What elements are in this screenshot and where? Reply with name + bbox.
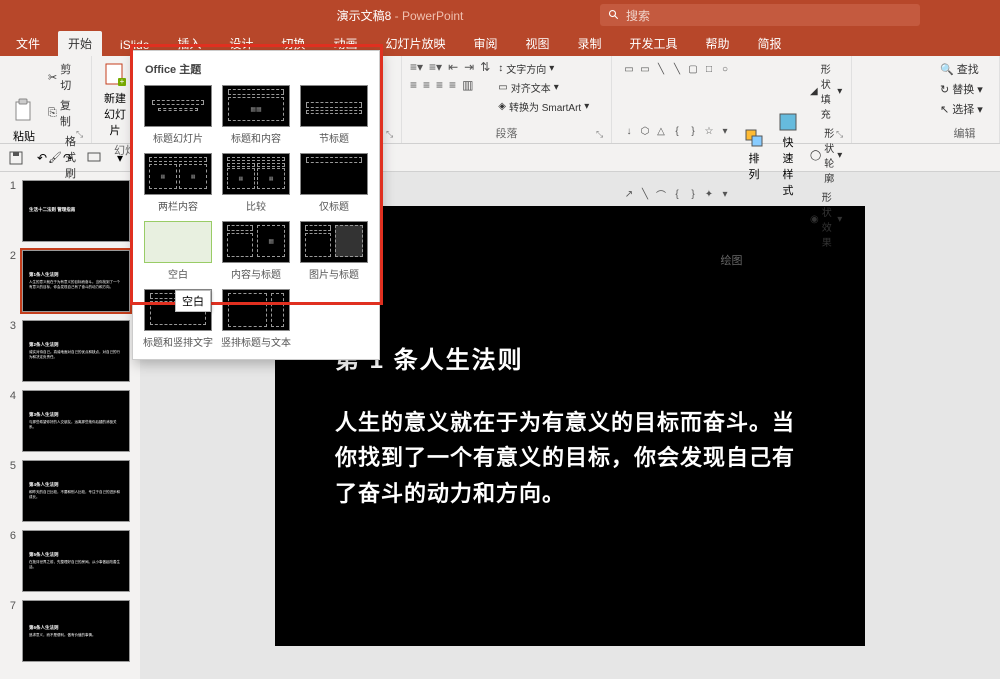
group-editing: 🔍查找 ↻替换▾ ↖选择▾ 编辑 <box>930 56 1000 143</box>
cut-button[interactable]: ✂剪切 <box>46 60 83 94</box>
group-drawing: ▭▭╲╲▢□○ ↓⬡△{}☆▾ ↗╲⌒{}✦▾ 排列 快速样式 ◢形状填充▾ ◯… <box>612 56 852 143</box>
layout-option-4[interactable]: ▦▦比较 <box>219 151 293 215</box>
tab-slideshow[interactable]: 幻灯片放映 <box>375 31 455 56</box>
smartart-button[interactable]: ◈转换为 SmartArt▾ <box>496 98 591 115</box>
layout-option-2[interactable]: 节标题 <box>297 83 371 147</box>
slide-body: 人生的意义就在于为有意义的目标而奋斗。当你找到了一个有意义的目标，你会发现自己有… <box>335 405 805 511</box>
select-icon: ↖ <box>940 103 949 116</box>
layout-option-0[interactable]: 标题幻灯片 <box>141 83 215 147</box>
clipboard-launcher[interactable]: ⤡ <box>76 129 88 141</box>
layout-option-8[interactable]: 图片与标题 <box>297 219 371 283</box>
popup-title: Office 主题 <box>141 59 371 83</box>
shape-effects-button[interactable]: ◉形状效果▾ <box>808 188 844 250</box>
align-right-button[interactable]: ≡ <box>436 78 443 92</box>
line-spacing-button[interactable]: ⇅ <box>480 60 490 74</box>
align-text-button[interactable]: ▭对齐文本▾ <box>496 79 591 96</box>
text-direction-icon: ↕ <box>498 63 503 74</box>
thumbnail-3[interactable]: 3第2条人生法则诚实对待自己。真诚地面对自己的优点和缺点，对自己的行为和决定负责… <box>0 316 140 386</box>
thumbnail-4[interactable]: 4第3条人生法则与那些希望你好的人交朋友。远离那些拖你后腿的消极关系。 <box>0 386 140 456</box>
text-direction-button[interactable]: ↕文字方向▾ <box>496 60 591 77</box>
shapes-gallery[interactable]: ▭▭╲╲▢□○ ↓⬡△{}☆▾ ↗╲⌒{}✦▾ <box>620 60 734 250</box>
title-bar: 演示文稿8 - PowerPoint 搜索 <box>0 0 1000 30</box>
font-launcher[interactable]: ⤡ <box>386 129 398 141</box>
align-text-icon: ▭ <box>498 82 507 93</box>
scissors-icon: ✂ <box>48 71 57 84</box>
numbering-button[interactable]: ≡▾ <box>429 60 442 74</box>
thumbnail-2[interactable]: 2第1条人生法则人生的意义就在于为有意义的目标而奋斗。当你找到了一个有意义的目标… <box>0 246 140 316</box>
replace-button[interactable]: ↻替换▾ <box>938 80 991 98</box>
quick-styles-button[interactable]: 快速样式 <box>774 60 802 250</box>
search-icon <box>608 9 620 21</box>
svg-text:+: + <box>120 77 125 86</box>
bullets-button[interactable]: ≡▾ <box>410 60 423 74</box>
tab-view[interactable]: 视图 <box>515 31 559 56</box>
shape-fill-button[interactable]: ◢形状填充▾ <box>808 60 844 122</box>
layout-option-7[interactable]: ▦内容与标题 <box>219 219 293 283</box>
thumbnail-7[interactable]: 7第6条人生法则追求意义，而不是便利。做有价值的事情。 <box>0 596 140 666</box>
layout-gallery-popup: Office 主题 标题幻灯片▦▦标题和内容节标题 ▦▦两栏内容▦▦比较仅标题空白… <box>132 50 380 360</box>
layout-option-3[interactable]: ▦▦两栏内容 <box>141 151 215 215</box>
arrange-button[interactable]: 排列 <box>740 60 768 250</box>
tab-brief[interactable]: 简报 <box>748 31 792 56</box>
search-box[interactable]: 搜索 <box>600 4 920 26</box>
justify-button[interactable]: ≡ <box>449 78 456 92</box>
group-paragraph: ≡▾ ≡▾ ⇤ ⇥ ⇅ ≡ ≡ ≡ ≡ ▥ ↕文字方向▾ ▭对齐文本▾ ◈转换为… <box>402 56 612 143</box>
indent-inc-button[interactable]: ⇥ <box>464 60 474 74</box>
layout-tooltip: 空白 <box>175 290 211 312</box>
align-center-button[interactable]: ≡ <box>423 78 430 92</box>
columns-button[interactable]: ▥ <box>462 78 473 92</box>
fill-icon: ◢ <box>810 86 818 97</box>
slide-thumbnails: 1生活十二法则 管理指南2第1条人生法则人生的意义就在于为有意义的目标而奋斗。当… <box>0 172 140 679</box>
select-button[interactable]: ↖选择▾ <box>938 100 991 118</box>
new-slide-button[interactable]: + 新建 幻灯片 <box>100 60 130 140</box>
document-name: 演示文稿8 <box>337 9 392 23</box>
layout-option-5[interactable]: 仅标题 <box>297 151 371 215</box>
tab-review[interactable]: 审阅 <box>463 31 507 56</box>
tab-help[interactable]: 帮助 <box>696 31 740 56</box>
thumbnail-6[interactable]: 6第5条人生法则在批评世界之前，先整理好自己的房间。从小事做起改善生活。 <box>0 526 140 596</box>
thumbnail-5[interactable]: 5第4条人生法则和昨天的自己比较，不要和别人比较，专注于自己的进步和成长。 <box>0 456 140 526</box>
copy-icon: ⎘ <box>48 107 57 120</box>
find-button[interactable]: 🔍查找 <box>938 60 991 78</box>
copy-button[interactable]: ⎘复制 <box>46 96 83 130</box>
smartart-icon: ◈ <box>498 101 506 112</box>
tab-home[interactable]: 开始 <box>58 31 102 56</box>
effects-icon: ◉ <box>810 214 819 225</box>
group-clipboard: 粘贴 ✂剪切 ⎘复制 🖌格式刷 剪贴板 ⤡ <box>0 56 92 143</box>
layout-option-1[interactable]: ▦▦标题和内容 <box>219 83 293 147</box>
brush-icon: 🖌 <box>48 151 62 164</box>
indent-dec-button[interactable]: ⇤ <box>448 60 458 74</box>
search-placeholder: 搜索 <box>626 7 650 24</box>
tab-record[interactable]: 录制 <box>568 31 612 56</box>
slide-heading: 第 1 条人生法则 <box>335 340 805 375</box>
tab-file[interactable]: 文件 <box>6 31 50 56</box>
find-icon: 🔍 <box>940 63 954 76</box>
drawing-launcher[interactable]: ⤡ <box>836 129 848 141</box>
outline-icon: ◯ <box>810 150 821 161</box>
app-name: - <box>395 9 402 23</box>
window-title: 演示文稿8 - PowerPoint <box>200 7 600 24</box>
align-left-button[interactable]: ≡ <box>410 78 417 92</box>
layout-option-6[interactable]: 空白 <box>141 219 215 283</box>
tab-developer[interactable]: 开发工具 <box>620 31 688 56</box>
paste-button[interactable]: 粘贴 <box>8 60 40 182</box>
replace-icon: ↻ <box>940 83 949 96</box>
layout-option-10[interactable]: 竖排标题与文本 <box>219 287 293 351</box>
para-launcher[interactable]: ⤡ <box>596 129 608 141</box>
